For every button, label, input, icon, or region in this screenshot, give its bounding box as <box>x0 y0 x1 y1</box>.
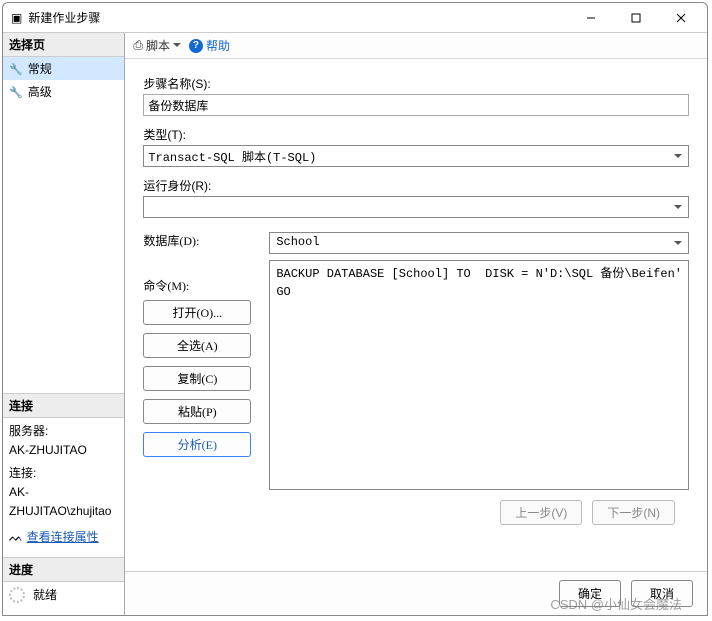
script-dropdown[interactable]: ⎙ 脚本 <box>133 37 181 54</box>
database-select[interactable]: School <box>269 232 689 254</box>
sidebar-progress-header: 进度 <box>3 557 124 582</box>
wrench-icon <box>9 85 23 99</box>
server-value: AK-ZHUJITAO <box>9 441 118 460</box>
main-panel: ⎙ 脚本 ? 帮助 步骤名称(S): 备份数据库 类型(T): Transact… <box>125 33 707 615</box>
paste-button[interactable]: 粘贴(P) <box>143 399 251 424</box>
command-label: 命令(M): <box>143 277 251 294</box>
progress-body: 就绪 <box>3 582 124 615</box>
next-step-button[interactable]: 下一步(N) <box>592 500 675 525</box>
left-column: 数据库(D): 命令(M): 打开(O)... 全选(A) 复制(C) 粘贴(P… <box>143 232 251 490</box>
type-label: 类型(T): <box>143 126 689 143</box>
view-connection-properties[interactable]: 查看连接属性 <box>9 528 118 547</box>
help-button[interactable]: ? 帮助 <box>189 37 230 54</box>
minimize-button[interactable] <box>568 4 613 32</box>
command-buttons: 打开(O)... 全选(A) 复制(C) 粘贴(P) 分析(E) <box>143 300 251 457</box>
parse-button[interactable]: 分析(E) <box>143 432 251 457</box>
ok-button[interactable]: 确定 <box>559 580 621 607</box>
step-nav: 上一步(V) 下一步(N) <box>143 490 689 527</box>
sidebar-item-advanced[interactable]: 高级 <box>3 80 124 103</box>
connection-icon <box>9 530 23 544</box>
body: 选择页 常规 高级 连接 服务器: AK-ZHUJITAO 连接: AK-ZHU… <box>3 33 707 615</box>
progress-status: 就绪 <box>33 586 57 605</box>
help-label: 帮助 <box>206 37 230 54</box>
maximize-button[interactable] <box>613 4 658 32</box>
run-as-select[interactable] <box>143 196 689 218</box>
spinner-icon <box>9 587 25 603</box>
form-area: 步骤名称(S): 备份数据库 类型(T): Transact-SQL 脚本(T-… <box>125 59 707 571</box>
title-bar: ▣ 新建作业步骤 <box>3 3 707 33</box>
sidebar-item-general[interactable]: 常规 <box>3 57 124 80</box>
script-icon: ⎙ <box>133 38 143 53</box>
toolbar: ⎙ 脚本 ? 帮助 <box>125 33 707 59</box>
connection-value: AK-ZHUJITAO\zhujitao <box>9 483 118 521</box>
dialog-buttons: 确定 取消 <box>125 571 707 615</box>
app-icon: ▣ <box>11 11 22 25</box>
open-button[interactable]: 打开(O)... <box>143 300 251 325</box>
step-name-input[interactable]: 备份数据库 <box>143 94 689 116</box>
select-all-button[interactable]: 全选(A) <box>143 333 251 358</box>
type-select[interactable]: Transact-SQL 脚本(T-SQL) <box>143 145 689 167</box>
view-connection-link[interactable]: 查看连接属性 <box>27 530 99 544</box>
cancel-button[interactable]: 取消 <box>631 580 693 607</box>
database-label: 数据库(D): <box>143 232 251 249</box>
window-title: 新建作业步骤 <box>28 9 100 26</box>
right-column: School BACKUP DATABASE [School] TO DISK … <box>269 232 689 490</box>
sidebar-connection-header: 连接 <box>3 393 124 418</box>
connection-info: 服务器: AK-ZHUJITAO 连接: AK-ZHUJITAO\zhujita… <box>3 418 124 557</box>
sidebar-select-header: 选择页 <box>3 33 124 57</box>
help-icon: ? <box>189 39 203 53</box>
chevron-down-icon <box>173 43 181 51</box>
window-title-wrap: ▣ 新建作业步骤 <box>11 9 568 26</box>
copy-button[interactable]: 复制(C) <box>143 366 251 391</box>
sidebar-item-label: 常规 <box>28 60 52 77</box>
sidebar: 选择页 常规 高级 连接 服务器: AK-ZHUJITAO 连接: AK-ZHU… <box>3 33 125 615</box>
connection-label: 连接: <box>9 464 118 483</box>
step-name-label: 步骤名称(S): <box>143 75 689 92</box>
command-textarea[interactable]: BACKUP DATABASE [School] TO DISK = N'D:\… <box>269 260 689 490</box>
run-as-label: 运行身份(R): <box>143 177 689 194</box>
close-button[interactable] <box>658 4 703 32</box>
server-label: 服务器: <box>9 422 118 441</box>
sidebar-item-label: 高级 <box>28 83 52 100</box>
dialog-window: ▣ 新建作业步骤 选择页 常规 高级 连接 服务器: <box>2 2 708 616</box>
wrench-icon <box>9 62 23 76</box>
prev-step-button[interactable]: 上一步(V) <box>500 500 582 525</box>
script-label: 脚本 <box>146 37 170 54</box>
